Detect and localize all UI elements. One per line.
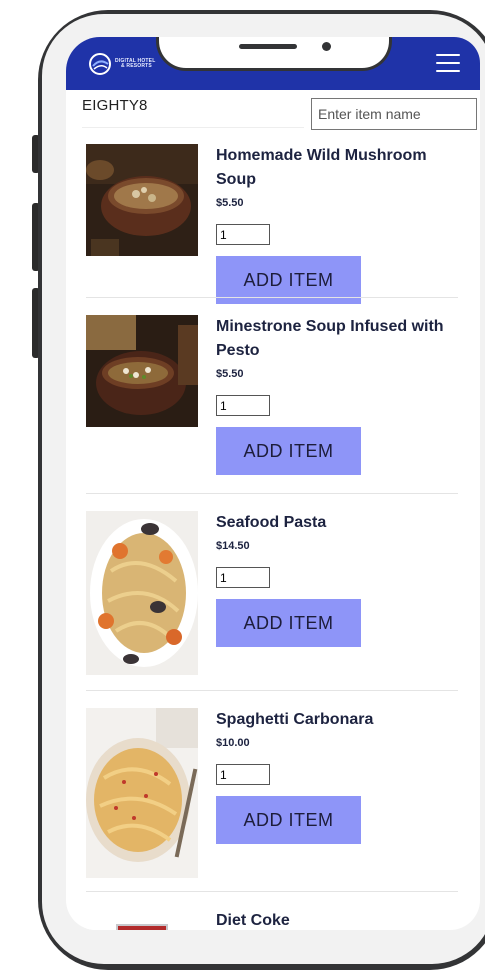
item-name: Spaghetti Carbonara [216, 711, 374, 728]
quantity-input[interactable] [216, 395, 270, 416]
item-image-minestrone-soup [86, 315, 198, 427]
header-divider [82, 127, 304, 128]
item-price: $5.50 [216, 368, 244, 380]
item-price: $10.00 [216, 737, 250, 749]
item-divider [86, 297, 458, 298]
quantity-input[interactable] [216, 567, 270, 588]
phone-screen: DIGITAL HOTEL & RESORTS EIGHTY8 Homemade… [66, 37, 480, 930]
phone-camera [322, 42, 331, 51]
item-name: Homemade Wild Mushroom Soup [216, 147, 427, 188]
quantity-input[interactable] [216, 224, 270, 245]
menu-item: Spaghetti Carbonara $10.00 ADD ITEM [86, 708, 458, 883]
item-details: Seafood Pasta $14.50 ADD ITEM [216, 511, 466, 647]
item-name: Seafood Pasta [216, 514, 327, 531]
item-price: $5.50 [216, 197, 244, 209]
item-search-input[interactable] [311, 98, 477, 130]
logo-text: DIGITAL HOTEL & RESORTS [115, 58, 156, 69]
menu-item: Homemade Wild Mushroom Soup $5.50 ADD IT… [86, 144, 458, 304]
item-image-seafood-pasta [86, 511, 198, 675]
item-divider [86, 690, 458, 691]
phone-speaker [239, 44, 297, 49]
menu-item: Seafood Pasta $14.50 ADD ITEM [86, 511, 458, 681]
quantity-input[interactable] [216, 764, 270, 785]
item-image-spaghetti-carbonara [86, 708, 198, 878]
item-details: Minestrone Soup Infused with Pesto $5.50… [216, 315, 466, 475]
item-name: Minestrone Soup Infused with Pesto [216, 318, 444, 359]
menu-item: Minestrone Soup Infused with Pesto $5.50… [86, 315, 458, 475]
phone-notch [156, 37, 392, 71]
add-item-button[interactable]: ADD ITEM [216, 796, 361, 844]
item-divider [86, 891, 458, 892]
hamburger-menu-icon[interactable] [436, 54, 460, 73]
item-details: Homemade Wild Mushroom Soup $5.50 ADD IT… [216, 144, 466, 304]
menu-item: Diet Coke [86, 909, 458, 930]
item-image-diet-coke [86, 909, 198, 930]
item-price: $14.50 [216, 540, 250, 552]
add-item-button[interactable]: ADD ITEM [216, 599, 361, 647]
item-details: Diet Coke [216, 909, 466, 930]
restaurant-name: EIGHTY8 [82, 97, 148, 114]
item-divider [86, 493, 458, 494]
brand-logo[interactable]: DIGITAL HOTEL & RESORTS [88, 52, 168, 76]
item-details: Spaghetti Carbonara $10.00 ADD ITEM [216, 708, 466, 844]
item-name: Diet Coke [216, 912, 290, 929]
item-image-mushroom-soup [86, 144, 198, 256]
add-item-button[interactable]: ADD ITEM [216, 427, 361, 475]
logo-swirl-icon [89, 53, 111, 75]
